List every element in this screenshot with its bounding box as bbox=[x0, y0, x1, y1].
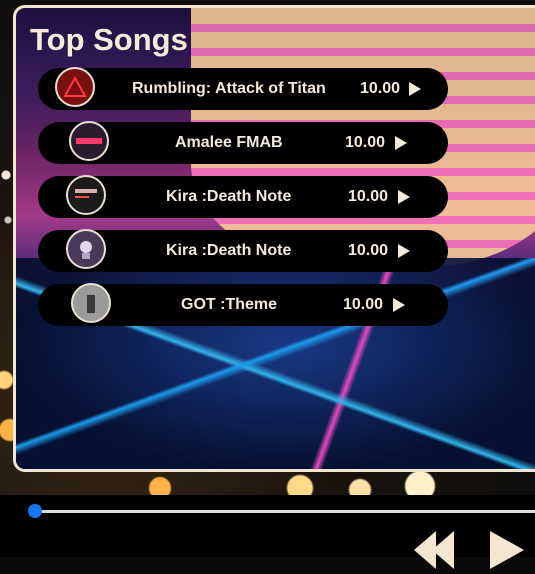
play-forward-button[interactable] bbox=[490, 531, 524, 569]
album-cover bbox=[55, 67, 95, 107]
page-title: Top Songs bbox=[30, 22, 188, 57]
album-cover bbox=[71, 283, 111, 323]
song-row[interactable]: Rumbling: Attack of Titan 10.00 bbox=[38, 67, 448, 110]
song-title: Rumbling: Attack of Titan bbox=[132, 80, 326, 97]
progress-track[interactable] bbox=[34, 510, 535, 513]
song-title: Kira :Death Note bbox=[166, 242, 292, 259]
play-icon[interactable] bbox=[409, 82, 421, 96]
rewind-icon bbox=[432, 531, 454, 569]
play-icon[interactable] bbox=[395, 136, 407, 150]
fmab-logo-icon bbox=[76, 138, 102, 144]
song-title: Kira :Death Note bbox=[166, 188, 292, 205]
play-icon[interactable] bbox=[398, 244, 410, 258]
got-cover-icon bbox=[87, 295, 95, 313]
song-row[interactable]: Amalee FMAB 10.00 bbox=[38, 121, 448, 164]
song-rating: 10.00 bbox=[360, 80, 401, 97]
song-row[interactable]: Kira :Death Note 10.00 bbox=[38, 229, 448, 272]
rewind-button[interactable] bbox=[414, 531, 454, 574]
progress-thumb[interactable] bbox=[28, 504, 42, 518]
song-title: GOT :Theme bbox=[181, 296, 278, 313]
song-row[interactable]: GOT :Theme 10.00 bbox=[38, 283, 448, 326]
song-title: Amalee FMAB bbox=[175, 134, 283, 151]
album-cover bbox=[69, 121, 109, 161]
song-rating: 10.00 bbox=[345, 134, 386, 151]
album-cover bbox=[66, 175, 106, 215]
song-rating: 10.00 bbox=[348, 242, 389, 259]
top-songs-panel: Top Songs Rumbling: Attack of Titan 10.0… bbox=[13, 5, 535, 472]
song-rating: 10.00 bbox=[348, 188, 389, 205]
album-cover bbox=[66, 229, 106, 269]
player-bar bbox=[0, 495, 535, 569]
song-row[interactable]: Kira :Death Note 10.00 bbox=[38, 175, 448, 218]
alert-triangle-icon bbox=[63, 76, 87, 97]
song-rating: 10.00 bbox=[343, 296, 384, 313]
play-icon[interactable] bbox=[398, 190, 410, 204]
death-note-cover-icon bbox=[75, 189, 97, 198]
play-icon[interactable] bbox=[393, 298, 405, 312]
death-note-art-icon bbox=[80, 241, 92, 259]
